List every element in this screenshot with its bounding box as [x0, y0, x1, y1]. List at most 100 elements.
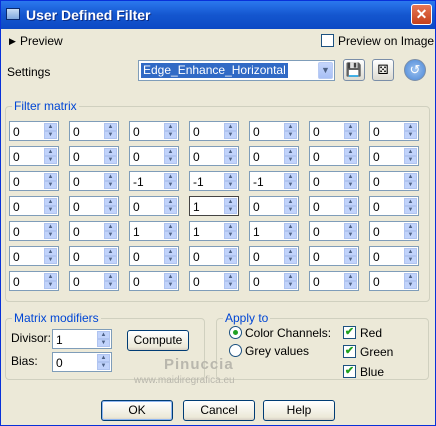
spin-up-icon[interactable]: ▲ [164, 123, 177, 131]
matrix-cell-spinner[interactable]: 0 ▲ ▼ [69, 221, 119, 241]
matrix-cell-spinner[interactable]: 0 ▲ ▼ [69, 146, 119, 166]
spin-down-icon[interactable]: ▼ [44, 181, 57, 189]
matrix-cell-spinner[interactable]: 0 ▲ ▼ [309, 146, 359, 166]
matrix-cell-spinner[interactable]: 0 ▲ ▼ [309, 121, 359, 141]
spin-down-icon[interactable]: ▼ [284, 131, 297, 139]
spin-up-icon[interactable]: ▲ [164, 173, 177, 181]
spin-down-icon[interactable]: ▼ [224, 206, 237, 214]
spin-down-icon[interactable]: ▼ [344, 256, 357, 264]
spin-up-icon[interactable]: ▲ [344, 223, 357, 231]
preview-on-image-checkbox[interactable] [321, 34, 334, 47]
spin-down-icon[interactable]: ▼ [284, 281, 297, 289]
spin-up-icon[interactable]: ▲ [164, 273, 177, 281]
color-channels-radio[interactable] [229, 326, 242, 339]
spin-up-icon[interactable]: ▲ [404, 248, 417, 256]
spin-down-icon[interactable]: ▼ [344, 131, 357, 139]
preview-toggle[interactable]: Preview [20, 34, 63, 48]
spin-down-icon[interactable]: ▼ [404, 131, 417, 139]
compute-button[interactable]: Compute [127, 330, 189, 351]
spin-down-icon[interactable]: ▼ [44, 281, 57, 289]
matrix-cell-spinner[interactable]: 0 ▲ ▼ [9, 121, 59, 141]
spin-down-icon[interactable]: ▼ [284, 156, 297, 164]
spin-down-icon[interactable]: ▼ [224, 231, 237, 239]
spin-up-icon[interactable]: ▲ [104, 273, 117, 281]
matrix-cell-spinner[interactable]: 0 ▲ ▼ [69, 196, 119, 216]
matrix-cell-spinner[interactable]: 0 ▲ ▼ [9, 246, 59, 266]
spin-down-icon[interactable]: ▼ [404, 181, 417, 189]
spin-down-icon[interactable]: ▼ [284, 231, 297, 239]
matrix-cell-spinner[interactable]: 0 ▲ ▼ [69, 271, 119, 291]
matrix-cell-spinner[interactable]: 0 ▲ ▼ [9, 171, 59, 191]
matrix-cell-spinner[interactable]: 1 ▲ ▼ [189, 221, 239, 241]
spin-down-icon[interactable]: ▼ [104, 206, 117, 214]
spin-down-icon[interactable]: ▼ [97, 362, 110, 370]
spin-up-icon[interactable]: ▲ [224, 173, 237, 181]
spin-up-icon[interactable]: ▲ [284, 248, 297, 256]
spin-up-icon[interactable]: ▲ [104, 223, 117, 231]
spin-down-icon[interactable]: ▼ [344, 156, 357, 164]
spin-up-icon[interactable]: ▲ [284, 223, 297, 231]
spin-up-icon[interactable]: ▲ [344, 148, 357, 156]
matrix-cell-spinner[interactable]: 0 ▲ ▼ [189, 246, 239, 266]
matrix-cell-spinner[interactable]: 0 ▲ ▼ [369, 121, 419, 141]
matrix-cell-spinner[interactable]: 0 ▲ ▼ [9, 146, 59, 166]
matrix-cell-spinner[interactable]: 0 ▲ ▼ [69, 171, 119, 191]
triangle-right-icon[interactable]: ▶ [9, 36, 16, 47]
divisor-spinner[interactable]: 1 ▲ ▼ [52, 329, 112, 349]
spin-down-icon[interactable]: ▼ [404, 156, 417, 164]
spin-up-icon[interactable]: ▲ [404, 173, 417, 181]
spin-up-icon[interactable]: ▲ [164, 148, 177, 156]
matrix-cell-spinner[interactable]: 0 ▲ ▼ [9, 271, 59, 291]
spin-up-icon[interactable]: ▲ [404, 273, 417, 281]
chevron-down-icon[interactable]: ▼ [318, 62, 333, 79]
matrix-cell-spinner[interactable]: 0 ▲ ▼ [249, 271, 299, 291]
matrix-cell-spinner[interactable]: 1 ▲ ▼ [129, 221, 179, 241]
spin-up-icon[interactable]: ▲ [97, 331, 110, 339]
spin-down-icon[interactable]: ▼ [284, 181, 297, 189]
spin-up-icon[interactable]: ▲ [44, 123, 57, 131]
spin-down-icon[interactable]: ▼ [344, 231, 357, 239]
spin-down-icon[interactable]: ▼ [104, 131, 117, 139]
spin-down-icon[interactable]: ▼ [164, 156, 177, 164]
spin-down-icon[interactable]: ▼ [164, 256, 177, 264]
spin-up-icon[interactable]: ▲ [104, 123, 117, 131]
matrix-cell-spinner[interactable]: 1 ▲ ▼ [189, 196, 239, 216]
spin-down-icon[interactable]: ▼ [404, 281, 417, 289]
help-button[interactable]: Help [263, 400, 335, 421]
spin-up-icon[interactable]: ▲ [44, 173, 57, 181]
matrix-cell-spinner[interactable]: 0 ▲ ▼ [249, 121, 299, 141]
spin-up-icon[interactable]: ▲ [344, 173, 357, 181]
spin-down-icon[interactable]: ▼ [44, 156, 57, 164]
save-preset-button[interactable]: 💾 [343, 59, 365, 81]
spin-down-icon[interactable]: ▼ [404, 206, 417, 214]
matrix-cell-spinner[interactable]: 0 ▲ ▼ [369, 196, 419, 216]
matrix-cell-spinner[interactable]: 0 ▲ ▼ [189, 271, 239, 291]
spin-up-icon[interactable]: ▲ [104, 173, 117, 181]
spin-up-icon[interactable]: ▲ [284, 173, 297, 181]
spin-up-icon[interactable]: ▲ [104, 248, 117, 256]
spin-up-icon[interactable]: ▲ [344, 248, 357, 256]
matrix-cell-spinner[interactable]: 0 ▲ ▼ [189, 146, 239, 166]
matrix-cell-spinner[interactable]: 0 ▲ ▼ [369, 171, 419, 191]
spin-up-icon[interactable]: ▲ [344, 123, 357, 131]
spin-down-icon[interactable]: ▼ [164, 131, 177, 139]
spin-down-icon[interactable]: ▼ [164, 206, 177, 214]
matrix-cell-spinner[interactable]: 0 ▲ ▼ [369, 246, 419, 266]
spin-down-icon[interactable]: ▼ [44, 131, 57, 139]
spin-down-icon[interactable]: ▼ [104, 231, 117, 239]
matrix-cell-spinner[interactable]: -1 ▲ ▼ [249, 171, 299, 191]
spin-down-icon[interactable]: ▼ [44, 206, 57, 214]
spin-up-icon[interactable]: ▲ [224, 223, 237, 231]
blue-checkbox[interactable]: ✔ [343, 365, 356, 378]
matrix-cell-spinner[interactable]: 0 ▲ ▼ [129, 121, 179, 141]
spin-up-icon[interactable]: ▲ [404, 223, 417, 231]
spin-down-icon[interactable]: ▼ [284, 206, 297, 214]
spin-up-icon[interactable]: ▲ [344, 273, 357, 281]
spin-up-icon[interactable]: ▲ [224, 148, 237, 156]
spin-up-icon[interactable]: ▲ [224, 198, 237, 206]
spin-up-icon[interactable]: ▲ [97, 354, 110, 362]
spin-up-icon[interactable]: ▲ [104, 148, 117, 156]
cancel-button[interactable]: Cancel [183, 400, 255, 421]
spin-up-icon[interactable]: ▲ [284, 148, 297, 156]
red-checkbox[interactable]: ✔ [343, 326, 356, 339]
